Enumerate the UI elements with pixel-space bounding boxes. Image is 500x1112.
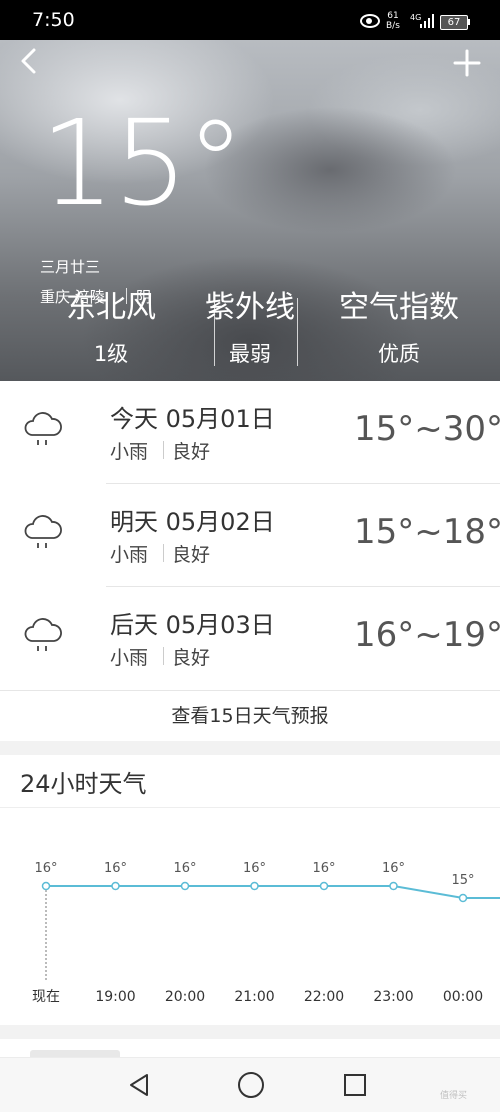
temperature-point: [180, 881, 190, 891]
aqi-title: 空气指数: [339, 290, 459, 325]
forecast-condition: 小雨: [110, 647, 149, 669]
forecast-date: 05月02日: [165, 508, 275, 536]
forecast-date: 05月01日: [165, 405, 275, 433]
forecast-row-today[interactable]: 今天 05月01日 小雨 良好 15°~30°: [0, 381, 500, 483]
forecast-day: 后天: [110, 611, 158, 639]
nav-recents-button[interactable]: [344, 1074, 366, 1096]
temperature-value-label: 16°: [34, 861, 57, 876]
hour-label: 23:00: [373, 989, 413, 1005]
temperature-value-label: 16°: [243, 861, 266, 876]
hour-label: 19:00: [95, 989, 135, 1005]
status-time: 7:50: [32, 9, 75, 31]
eye-pupil: [366, 18, 372, 24]
battery-icon: 67: [440, 15, 468, 30]
signal-icon: [420, 14, 434, 28]
forecast-row-day-after[interactable]: 后天 05月03日 小雨 良好 16°~19°: [0, 587, 500, 689]
forecast-temp-range: 16°~19°: [354, 615, 500, 655]
temperature-value-label: 16°: [382, 861, 405, 876]
temperature-point: [111, 881, 120, 891]
forecast-day-date: 明天 05月02日: [110, 502, 275, 537]
cloud-rain-icon: [24, 412, 62, 445]
net-speed-unit: B/s: [386, 21, 400, 31]
section-gap: [0, 1025, 500, 1039]
uv-value: 最弱: [229, 342, 271, 366]
forecast-condition: 小雨: [110, 544, 149, 566]
temperature-point: [250, 881, 259, 891]
hourly-section-title: 24小时天气: [20, 770, 147, 798]
watermark: 值得买: [440, 1091, 468, 1101]
condition-divider: [163, 544, 164, 562]
condition-divider: [163, 647, 164, 665]
forecast-temp-range: 15°~30°: [354, 409, 500, 449]
lunar-date: 三月廿三: [40, 258, 101, 276]
current-temperature: 15°: [40, 94, 245, 232]
hourly-temperature-chart[interactable]: 16° 现在 16° 19:00 16° 20:00 16° 21:00 16° 22:00 16°…: [0, 808, 500, 1023]
forecast-air-quality: 良好: [172, 647, 211, 669]
forecast-date: 05月03日: [165, 611, 275, 639]
temperature-value-label: 16°: [312, 861, 335, 876]
forecast-day: 今天: [110, 405, 158, 433]
uv-title: 紫外线: [205, 290, 295, 325]
back-button[interactable]: [14, 46, 44, 76]
nav-home-button[interactable]: [238, 1072, 264, 1098]
status-bar: 7:50 61 B/s 4G 67: [0, 0, 500, 40]
section-gap: [0, 741, 500, 755]
cloud-rain-icon: [24, 515, 62, 548]
hour-label: 22:00: [304, 989, 344, 1005]
temperature-point: [389, 881, 398, 891]
cloud-rain-icon: [24, 618, 62, 651]
nav-back-button[interactable]: [128, 1073, 150, 1097]
hour-label: 21:00: [234, 989, 274, 1005]
temperature-value-label: 15°: [451, 873, 474, 888]
forecast-air-quality: 良好: [172, 544, 211, 566]
system-nav-bar: 值得买: [0, 1057, 500, 1112]
add-city-button[interactable]: [450, 46, 484, 80]
battery-tip: [468, 19, 470, 25]
stat-divider: [297, 298, 298, 366]
forecast-condition: 小雨: [110, 441, 149, 463]
aqi-value: 优质: [378, 342, 420, 366]
forecast-15day-link[interactable]: 查看15日天气预报: [0, 690, 500, 741]
temperature-point: [41, 881, 51, 891]
hour-label: 现在: [32, 989, 60, 1005]
net-speed-value: 61: [387, 11, 399, 21]
weather-header: 15° 三月廿三 重庆 涪陵 阴 东北风 1级 紫外线 最弱 空气指数 优质: [0, 40, 500, 381]
temperature-point: [458, 893, 468, 903]
temperature-value-label: 16°: [104, 861, 127, 876]
forecast-air-quality: 良好: [172, 441, 211, 463]
forecast-temp-range: 15°~18°: [354, 512, 500, 552]
forecast-day: 明天: [110, 508, 158, 536]
condition-divider: [163, 441, 164, 459]
forecast-day-date: 后天 05月03日: [110, 605, 275, 640]
forecast-day-date: 今天 05月01日: [110, 399, 275, 434]
temperature-point: [319, 881, 329, 891]
temperature-value-label: 16°: [173, 861, 196, 876]
hour-label: 20:00: [165, 989, 205, 1005]
net-speed: 61 B/s: [386, 11, 400, 31]
hour-label: 00:00: [443, 989, 483, 1005]
forecast-row-tomorrow[interactable]: 明天 05月02日 小雨 良好 15°~18°: [0, 484, 500, 586]
